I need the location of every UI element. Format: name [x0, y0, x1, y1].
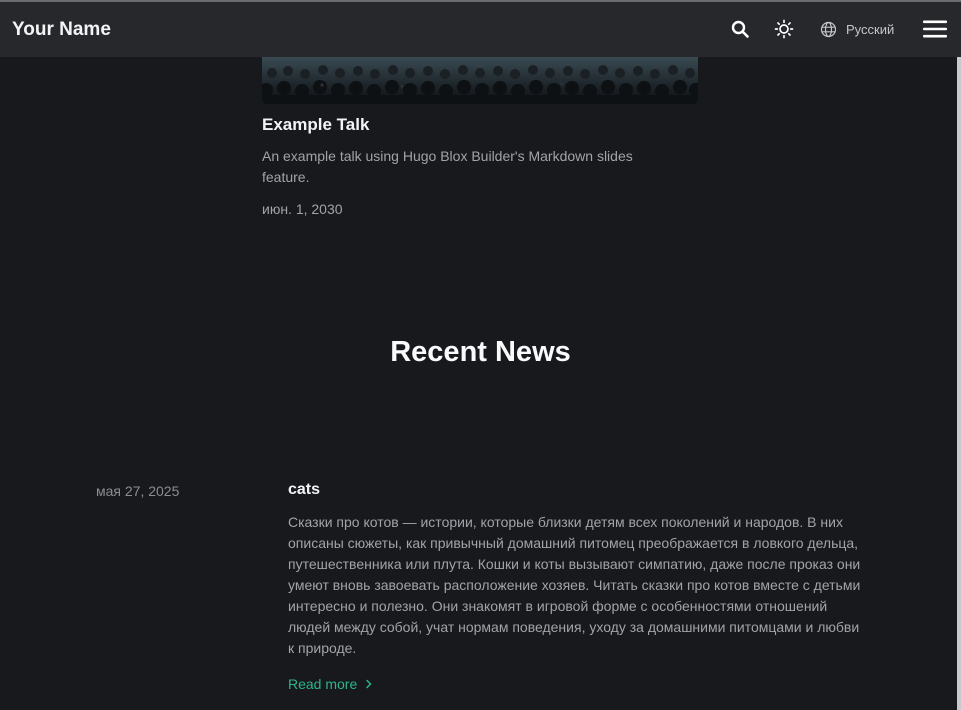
talk-date: июн. 1, 2030 [262, 201, 343, 217]
audience-crowd-image [262, 57, 698, 104]
language-selector[interactable]: Русский [820, 16, 894, 42]
menu-button[interactable] [921, 16, 949, 42]
news-item-summary: Сказки про котов — истории, которые близ… [288, 514, 861, 656]
globe-icon [820, 21, 837, 37]
talk-summary: An example talk using Hugo Blox Builder'… [262, 148, 633, 185]
site-brand[interactable]: Your Name [12, 19, 111, 41]
read-more-link[interactable]: Read more [288, 676, 373, 692]
search-icon [731, 20, 749, 38]
navbar: Your Name Русский [0, 0, 961, 57]
sun-icon [774, 19, 794, 39]
language-label: Русский [846, 21, 895, 37]
page: Your Name Русский Example Talk An exampl… [0, 0, 961, 710]
search-button[interactable] [727, 16, 753, 42]
talk-featured-image[interactable] [262, 57, 698, 104]
hamburger-menu-icon [923, 20, 947, 38]
scrollbar[interactable] [957, 57, 961, 710]
recent-news-heading: Recent News [390, 336, 571, 368]
theme-toggle-button[interactable] [771, 16, 797, 42]
talk-title[interactable]: Example Talk [262, 115, 369, 135]
read-more-label: Read more [288, 676, 358, 692]
chevron-right-icon [366, 679, 372, 689]
news-item-date: мая 27, 2025 [96, 483, 180, 499]
news-item-title[interactable]: cats [288, 481, 320, 499]
